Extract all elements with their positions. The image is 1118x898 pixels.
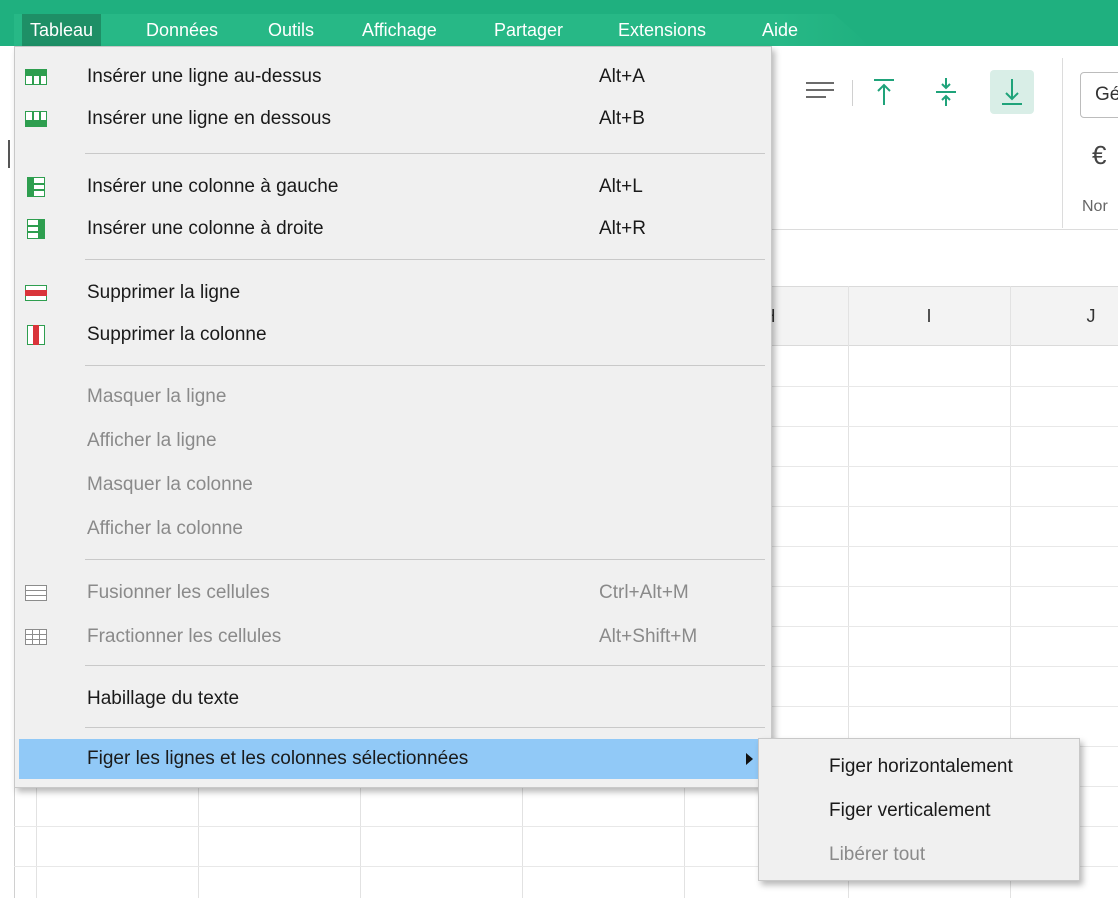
toolbar-group-separator: [1062, 58, 1063, 228]
align-bottom-icon: [1002, 79, 1022, 105]
menu-separator: [85, 727, 765, 728]
menu-donnees[interactable]: Données: [146, 14, 218, 46]
table-menu-dropdown: Insérer une ligne au-dessus Alt+A Insére…: [14, 46, 772, 788]
menu-item-shortcut: Alt+A: [599, 66, 645, 87]
menu-outils[interactable]: Outils: [268, 14, 314, 46]
menu-item-insert-column-right[interactable]: Insérer une colonne à droite Alt+R: [15, 209, 771, 249]
delete-column-icon: [25, 325, 47, 345]
align-top-button[interactable]: [862, 70, 906, 114]
menu-item-label: Fractionner les cellules: [87, 626, 282, 647]
menu-tableau[interactable]: Tableau: [22, 14, 102, 46]
menu-item-text-wrap[interactable]: Habillage du texte: [15, 679, 771, 719]
menu-item-hide-column[interactable]: Masquer la colonne: [15, 465, 771, 505]
menu-item-label: Insérer une ligne au-dessus: [87, 66, 322, 87]
menu-item-insert-row-above[interactable]: Insérer une ligne au-dessus Alt+A: [15, 57, 771, 97]
menu-separator: [85, 665, 765, 666]
menu-item-label: Afficher la colonne: [87, 518, 243, 539]
align-justify-icon[interactable]: [806, 82, 834, 104]
delete-row-icon: [25, 283, 47, 303]
toolbar-edge: [8, 140, 10, 168]
menu-item-label: Insérer une colonne à gauche: [87, 176, 339, 197]
menu-item-label: Afficher la ligne: [87, 430, 217, 451]
menu-item-insert-column-left[interactable]: Insérer une colonne à gauche Alt+L: [15, 167, 771, 207]
split-cells-icon: [25, 627, 47, 647]
menu-affichage[interactable]: Affichage: [362, 14, 437, 46]
toolbar-group-label: Nor: [1082, 198, 1108, 215]
column-header-i[interactable]: I: [848, 286, 1010, 346]
menu-item-shortcut: Alt+B: [599, 108, 645, 129]
align-top-icon: [874, 79, 894, 105]
menu-item-label: Insérer une colonne à droite: [87, 218, 324, 239]
menu-item-insert-row-below[interactable]: Insérer une ligne en dessous Alt+B: [15, 99, 771, 139]
menu-separator: [85, 153, 765, 154]
menu-item-split-cells[interactable]: Fractionner les cellules Alt+Shift+M: [15, 617, 771, 657]
menu-item-hide-row[interactable]: Masquer la ligne: [15, 377, 771, 417]
currency-format-button[interactable]: €: [1092, 140, 1106, 171]
menu-separator: [85, 259, 765, 260]
column-header-j[interactable]: J: [1010, 286, 1118, 346]
menu-item-shortcut: Alt+L: [599, 176, 643, 197]
insert-row-below-icon: [25, 109, 47, 129]
freeze-submenu: Figer horizontalement Figer verticalemen…: [758, 738, 1080, 881]
align-middle-icon: [936, 78, 956, 106]
menu-item-show-row[interactable]: Afficher la ligne: [15, 421, 771, 461]
menu-item-label: Masquer la colonne: [87, 474, 253, 495]
submenu-item-unfreeze-all[interactable]: Libérer tout: [829, 835, 925, 875]
submenu-arrow-icon: [746, 753, 753, 765]
insert-row-above-icon: [25, 67, 47, 87]
menu-item-shortcut: Ctrl+Alt+M: [599, 582, 689, 603]
menu-item-delete-row[interactable]: Supprimer la ligne: [15, 273, 771, 313]
menu-item-merge-cells[interactable]: Fusionner les cellules Ctrl+Alt+M: [15, 573, 771, 613]
menu-item-delete-column[interactable]: Supprimer la colonne: [15, 315, 771, 355]
menu-aide[interactable]: Aide: [762, 14, 798, 46]
menu-item-label: Masquer la ligne: [87, 386, 227, 407]
menu-item-show-column[interactable]: Afficher la colonne: [15, 509, 771, 549]
number-format-select[interactable]: Gé: [1080, 72, 1118, 118]
merge-cells-icon: [25, 583, 47, 603]
insert-column-right-icon: [25, 219, 47, 239]
menu-item-label: Fusionner les cellules: [87, 582, 270, 603]
menu-separator: [85, 559, 765, 560]
submenu-item-freeze-horizontal[interactable]: Figer horizontalement: [829, 747, 1013, 787]
menu-partager[interactable]: Partager: [494, 14, 563, 46]
align-middle-button[interactable]: [924, 70, 968, 114]
menu-item-label: Supprimer la colonne: [87, 324, 267, 345]
menu-separator: [85, 365, 765, 366]
menu-item-label: Supprimer la ligne: [87, 282, 241, 303]
menu-item-shortcut: Alt+Shift+M: [599, 626, 698, 647]
submenu-item-freeze-vertical[interactable]: Figer verticalement: [829, 791, 991, 831]
menu-item-shortcut: Alt+R: [599, 218, 646, 239]
align-bottom-button[interactable]: [990, 70, 1034, 114]
insert-column-left-icon: [25, 177, 47, 197]
menu-item-freeze-panes[interactable]: Figer les lignes et les colonnes sélecti…: [19, 739, 767, 779]
toolbar-separator: [852, 80, 853, 106]
menu-extensions[interactable]: Extensions: [618, 14, 706, 46]
menu-item-label: Habillage du texte: [87, 688, 240, 709]
menu-item-label: Insérer une ligne en dessous: [87, 108, 331, 129]
menu-item-label: Figer les lignes et les colonnes sélecti…: [87, 748, 469, 769]
